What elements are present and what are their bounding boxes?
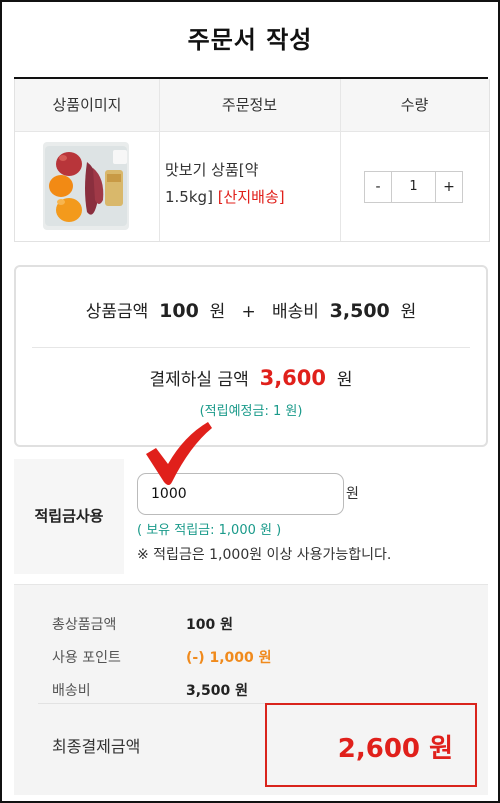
price-summary-box: 상품금액 100 원 + 배송비 3,500 원 결제하실 금액 3,600 원… [14, 265, 488, 447]
total-product-value: 100 원 [186, 617, 233, 633]
won-unit: 원 [400, 302, 417, 322]
product-amount-label: 상품금액 [85, 302, 149, 322]
points-notice: ※ 적립금은 1,000원 이상 사용가능합니다. [137, 547, 392, 563]
price-breakdown: 상품금액 100 원 + 배송비 3,500 원 [16, 297, 486, 322]
used-points-label: 사용 포인트 [52, 650, 121, 666]
col-header-order-info: 주문정보 [221, 96, 278, 114]
points-label: 적립금사용 [14, 459, 124, 574]
product-amount: 100 [159, 300, 199, 322]
column-divider [159, 79, 160, 241]
page-title: 주문서 작성 [187, 26, 313, 54]
total-product-label: 총상품금액 [52, 617, 117, 633]
product-thumbnail[interactable] [43, 142, 129, 230]
owned-points: ( 보유 적립금: 1,000 원 ) [137, 523, 282, 538]
col-header-quantity: 수량 [400, 96, 429, 114]
won-unit: 원 [336, 370, 353, 390]
won-unit: 원 [209, 302, 226, 322]
product-table: 상품이미지 주문정보 수량 맛보기 상품[약 1.5kg] [산지배송] - 1… [14, 79, 490, 242]
used-points-value: (-) 1,000 원 [186, 650, 272, 666]
product-info: 맛보기 상품[약 1.5kg] [산지배송] [165, 157, 295, 211]
plus-sign: + [241, 302, 256, 322]
pay-label: 결제하실 금액 [149, 370, 249, 390]
payment-amount-line: 결제하실 금액 3,600 원 [16, 365, 486, 390]
final-amount-label: 최종결제금액 [52, 737, 141, 756]
totals-section: 총상품금액 100 원 사용 포인트 (-) 1,000 원 배송비 3,500… [14, 584, 488, 795]
col-header-image: 상품이미지 [52, 96, 122, 114]
pay-amount: 3,600 [259, 366, 327, 390]
expected-points: (적립예정금: 1 원) [199, 404, 303, 419]
shipping-fee-label: 배송비 [52, 683, 91, 699]
quantity-stepper: - 1 + [364, 171, 463, 203]
final-amount: 2,600 원 [337, 734, 453, 764]
totals-divider [38, 703, 278, 704]
order-form-page: 주문서 작성 상품이미지 주문정보 수량 맛보기 상품[약 1.5kg] [산지… [0, 0, 500, 803]
product-name-line1: 맛보기 상품[약 [165, 161, 259, 179]
product-name-line2: 1.5kg] [165, 188, 213, 206]
shipping-amount: 3,500 [329, 300, 390, 322]
points-unit: 원 [346, 486, 359, 502]
checkmark-icon [142, 420, 218, 490]
summary-divider [32, 347, 470, 348]
shipping-tag: [산지배송] [217, 188, 285, 206]
decrease-button[interactable]: - [365, 172, 391, 202]
final-amount-box: 2,600 원 [265, 703, 477, 787]
shipping-label: 배송비 [271, 302, 319, 322]
increase-button[interactable]: + [436, 172, 462, 202]
points-section: 적립금사용 1000 원 ( 보유 적립금: 1,000 원 ) ※ 적립금은 … [14, 459, 488, 574]
shipping-fee-value: 3,500 원 [186, 683, 249, 699]
quantity-input[interactable]: 1 [391, 172, 436, 202]
column-divider [340, 79, 341, 241]
